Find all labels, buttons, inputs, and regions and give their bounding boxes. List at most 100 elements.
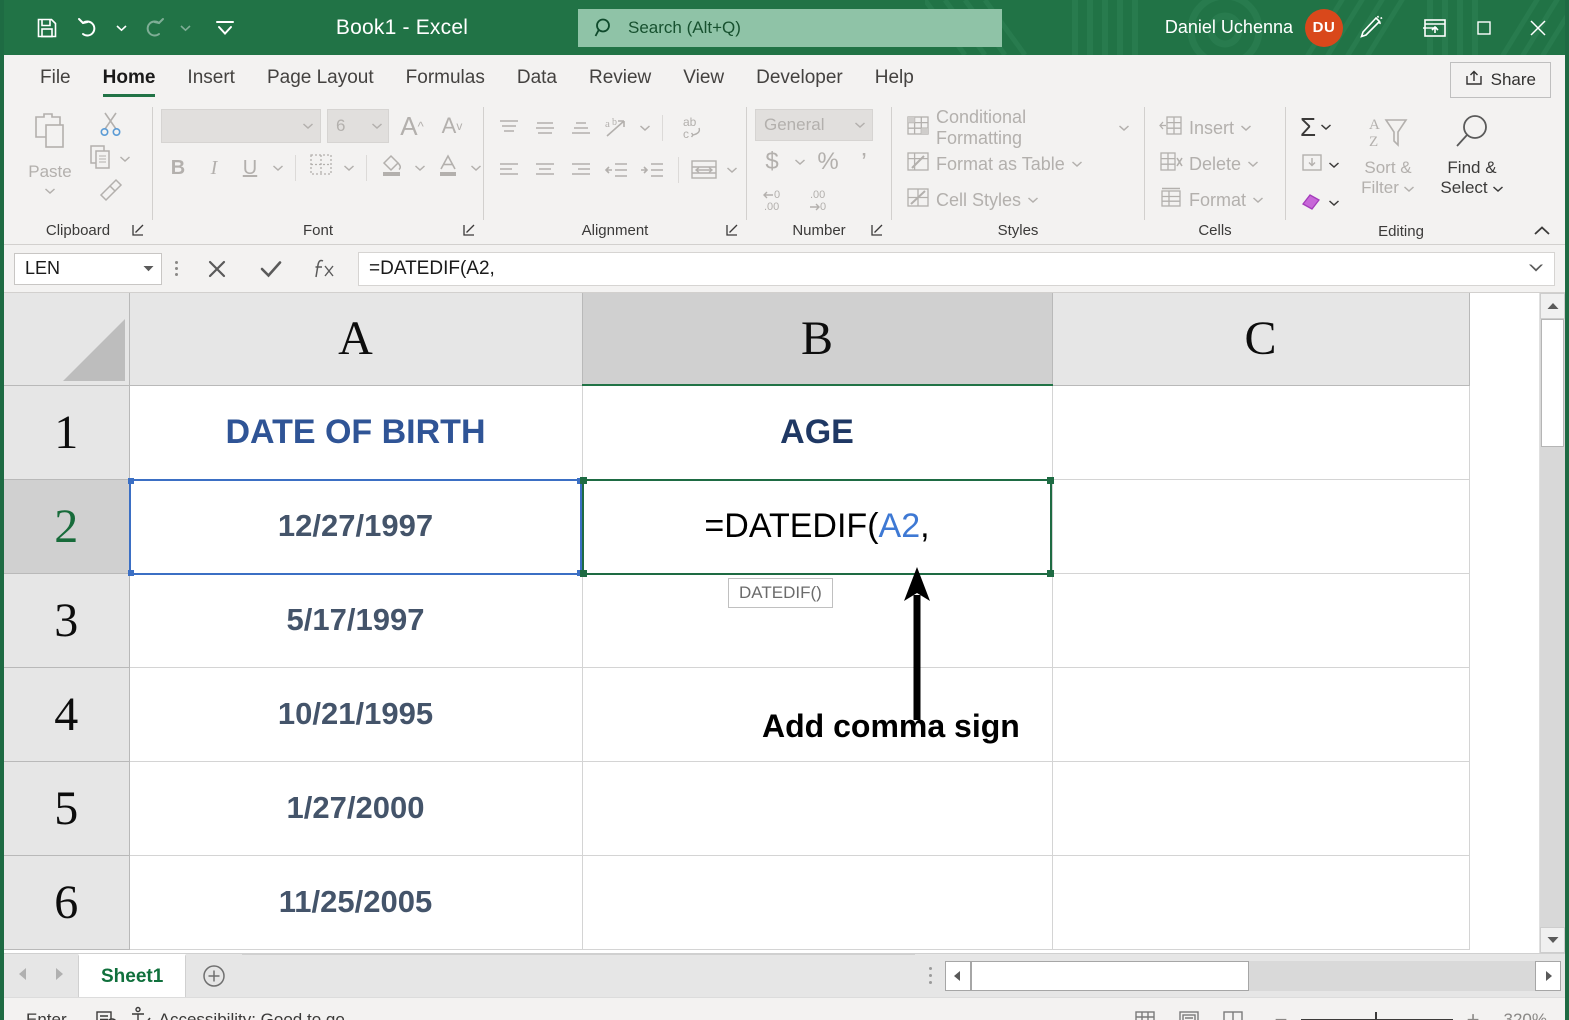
paste-dropdown-icon[interactable]	[44, 182, 56, 200]
bold-button[interactable]: B	[161, 151, 195, 185]
expand-formula-bar-icon[interactable]	[1528, 261, 1544, 276]
cell-c1[interactable]	[1052, 385, 1470, 480]
tab-view[interactable]: View	[667, 57, 740, 99]
tab-home[interactable]: Home	[87, 57, 172, 99]
cell-c5[interactable]	[1052, 761, 1470, 856]
cell-a5[interactable]: 1/27/2000	[129, 761, 583, 856]
name-box[interactable]: LEN	[14, 252, 162, 285]
cell-c3[interactable]	[1052, 573, 1470, 668]
pen-highlighter-icon[interactable]	[1349, 8, 1389, 48]
cell-a6[interactable]: 11/25/2005	[129, 855, 583, 950]
undo-dropdown-icon[interactable]	[110, 8, 132, 48]
font-color-dropdown-icon[interactable]	[467, 151, 485, 185]
chevron-down-icon[interactable]	[1328, 194, 1340, 212]
bottom-align-button[interactable]	[564, 111, 598, 145]
number-format-select[interactable]: General	[755, 109, 873, 141]
tab-file[interactable]: File	[24, 57, 87, 99]
row-header-5[interactable]: 5	[4, 761, 130, 856]
tab-help[interactable]: Help	[859, 57, 930, 99]
font-size-input[interactable]: 6	[327, 109, 389, 143]
number-dialog-launcher-icon[interactable]	[869, 222, 885, 238]
formula-input[interactable]: =DATEDIF(A2,	[358, 251, 1555, 286]
autosum-button[interactable]: Σ	[1294, 109, 1346, 145]
currency-button[interactable]: $	[755, 145, 789, 179]
tab-page-layout[interactable]: Page Layout	[251, 57, 390, 99]
decrease-font-size-button[interactable]: Av	[435, 109, 469, 143]
decrease-indent-button[interactable]	[600, 153, 634, 187]
insert-cells-button[interactable]: Insert	[1153, 111, 1270, 145]
collapse-ribbon-icon[interactable]	[1529, 220, 1555, 242]
copy-dropdown-icon[interactable]	[116, 154, 134, 166]
fill-color-button[interactable]	[375, 151, 409, 185]
normal-view-button[interactable]	[1125, 1004, 1165, 1020]
cell-b6[interactable]	[582, 855, 1053, 950]
worksheet-grid[interactable]: A B C 1 DATE OF BIRTH AGE 2 12/27/1997 =…	[4, 293, 1539, 953]
format-cells-button[interactable]: Format	[1153, 183, 1270, 217]
copy-button[interactable]	[88, 144, 134, 175]
format-as-table-button[interactable]: Format as Table	[900, 147, 1136, 181]
save-icon[interactable]	[26, 8, 68, 48]
row-header-4[interactable]: 4	[4, 667, 130, 762]
column-header-c[interactable]: C	[1052, 293, 1470, 386]
cell-a1[interactable]: DATE OF BIRTH	[129, 385, 583, 480]
name-box-dropdown-icon[interactable]	[135, 263, 161, 275]
scroll-down-button[interactable]	[1540, 927, 1565, 953]
orientation-button[interactable]: a b	[600, 111, 634, 145]
customize-quick-access-icon[interactable]	[204, 8, 246, 48]
page-layout-view-button[interactable]	[1169, 1004, 1209, 1020]
borders-button[interactable]	[304, 151, 338, 185]
row-header-3[interactable]: 3	[4, 573, 130, 668]
zoom-in-button[interactable]: +	[1463, 1007, 1483, 1020]
merge-center-dropdown-icon[interactable]	[723, 153, 741, 187]
cell-c6[interactable]	[1052, 855, 1470, 950]
accessibility-status[interactable]: Accessibility: Good to go	[129, 1006, 345, 1020]
scroll-left-button[interactable]	[945, 960, 971, 991]
chevron-down-icon[interactable]	[1247, 157, 1259, 171]
fill-button[interactable]	[1294, 147, 1346, 183]
select-all-corner[interactable]	[4, 293, 130, 386]
avatar[interactable]: DU	[1305, 8, 1343, 47]
chevron-down-icon[interactable]	[1240, 121, 1252, 135]
chevron-down-icon[interactable]	[1252, 193, 1264, 207]
decrease-decimal-button[interactable]: .00 0	[805, 183, 849, 217]
zoom-out-button[interactable]: −	[1271, 1007, 1291, 1020]
wrap-text-button[interactable]: ab c	[671, 111, 717, 145]
horizontal-scroll-track[interactable]	[971, 960, 1535, 991]
fx-icon[interactable]	[298, 251, 352, 287]
vertical-scroll-track[interactable]	[1540, 319, 1565, 927]
underline-dropdown-icon[interactable]	[269, 151, 287, 185]
redo-icon[interactable]	[132, 8, 174, 48]
cut-button[interactable]	[98, 111, 124, 142]
tab-developer[interactable]: Developer	[740, 57, 859, 99]
borders-dropdown-icon[interactable]	[340, 151, 358, 185]
font-color-button[interactable]	[431, 151, 465, 185]
chevron-down-icon[interactable]	[1071, 157, 1083, 171]
chevron-down-icon[interactable]	[1492, 178, 1504, 198]
column-header-b[interactable]: B	[582, 293, 1053, 386]
increase-indent-button[interactable]	[636, 153, 670, 187]
italic-button[interactable]: I	[197, 151, 231, 185]
chevron-down-icon[interactable]	[1403, 178, 1415, 198]
clipboard-dialog-launcher-icon[interactable]	[130, 222, 146, 238]
format-painter-button[interactable]	[97, 177, 125, 208]
chevron-down-icon[interactable]	[1320, 118, 1332, 136]
next-sheet-button[interactable]	[48, 967, 70, 984]
share-button[interactable]: Share	[1449, 62, 1551, 98]
vertical-scrollbar[interactable]	[1539, 293, 1565, 953]
alignment-dialog-launcher-icon[interactable]	[724, 222, 740, 238]
paste-button[interactable]: Paste	[12, 105, 88, 220]
cell-c2[interactable]	[1052, 479, 1470, 574]
close-button[interactable]	[1511, 0, 1565, 55]
underline-button[interactable]: U	[233, 151, 267, 185]
font-name-input[interactable]	[161, 109, 321, 143]
cell-b1[interactable]: AGE	[582, 385, 1053, 480]
cell-a4[interactable]: 10/21/1995	[129, 667, 583, 762]
clear-button[interactable]	[1294, 185, 1346, 221]
minimize-button[interactable]	[1403, 0, 1457, 55]
cell-b2-editing[interactable]: =DATEDIF(A2,	[582, 479, 1053, 574]
middle-align-button[interactable]	[528, 111, 562, 145]
cancel-x-icon[interactable]	[190, 251, 244, 287]
previous-sheet-button[interactable]	[12, 967, 34, 984]
orientation-dropdown-icon[interactable]	[636, 111, 654, 145]
comma-style-button[interactable]: ’	[847, 145, 881, 179]
